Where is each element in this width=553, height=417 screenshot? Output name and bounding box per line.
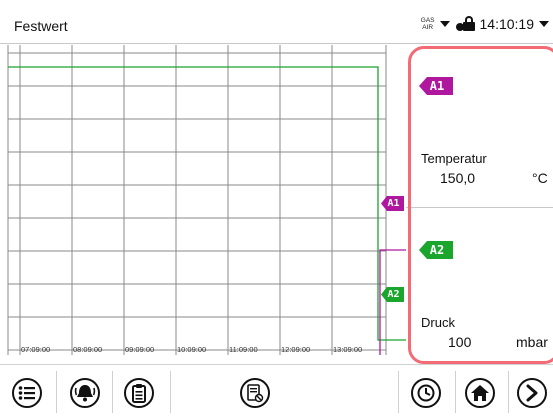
time-label: 13:09:00 xyxy=(333,345,362,354)
gas-label: GAS xyxy=(420,17,435,24)
timer-icon[interactable] xyxy=(411,378,441,408)
bottom-toolbar xyxy=(0,364,553,417)
log-icon[interactable] xyxy=(240,378,270,408)
time-label: 10:09:00 xyxy=(177,345,206,354)
top-bar: Festwert GAS AIR 14:10:19 xyxy=(0,0,553,44)
chart-series xyxy=(8,66,406,355)
gas-air-indicator: GAS AIR xyxy=(421,17,435,31)
status-area: GAS AIR 14:10:19 xyxy=(421,14,553,34)
values-highlight xyxy=(408,46,553,364)
next-icon[interactable] xyxy=(517,378,547,408)
home-icon[interactable] xyxy=(465,378,495,408)
time-label: 08:09:00 xyxy=(73,345,102,354)
clock-time: 14:10:19 xyxy=(479,16,535,32)
series-a1-line xyxy=(379,249,406,355)
user-lock-icon[interactable] xyxy=(455,16,476,32)
clipboard-icon[interactable] xyxy=(124,378,154,408)
alarm-bell-icon[interactable] xyxy=(70,378,100,408)
trend-chart[interactable]: 07:09:00 08:09:00 09:09:00 10:09:00 11:09:00… xyxy=(0,45,406,355)
time-label: 07:09:00 xyxy=(21,345,50,354)
time-label: 09:09:00 xyxy=(125,345,154,354)
page-title: Festwert xyxy=(14,18,68,34)
air-label: AIR xyxy=(422,24,434,31)
series-a2-line xyxy=(8,66,406,341)
menu-icon[interactable] xyxy=(12,378,42,408)
gas-dropdown-icon[interactable] xyxy=(439,21,450,27)
time-dropdown-icon[interactable] xyxy=(539,21,549,27)
time-label: 11:09:00 xyxy=(229,345,258,354)
time-label: 12:09:00 xyxy=(281,345,310,354)
chart-grid xyxy=(7,45,387,355)
